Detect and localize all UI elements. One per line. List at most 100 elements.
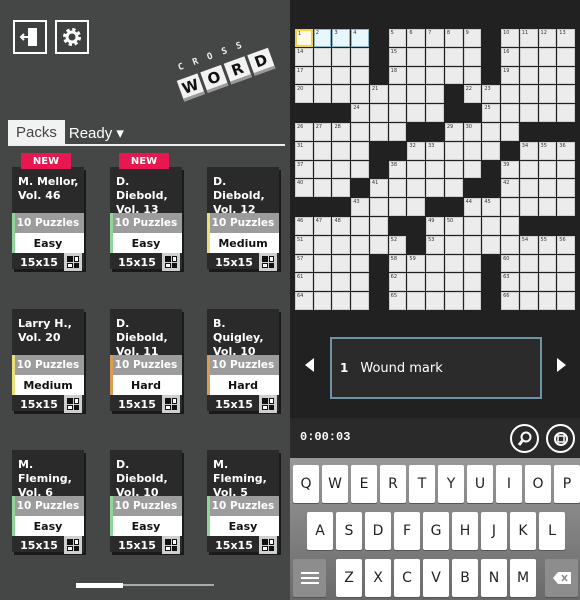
grid-cell[interactable]: 25 [482, 104, 501, 122]
grid-cell[interactable] [501, 235, 519, 254]
grid-cell[interactable] [463, 292, 482, 310]
grid-cell[interactable]: 59 [407, 254, 426, 273]
grid-cell[interactable] [501, 198, 519, 216]
grid-cell[interactable] [369, 235, 388, 254]
grid-cell[interactable] [557, 179, 575, 198]
grid-cell[interactable]: 62 [388, 273, 407, 292]
grid-cell[interactable]: 41 [369, 179, 388, 198]
grid-cell[interactable]: 45 [482, 198, 501, 216]
grid-cell[interactable]: 33 [426, 141, 444, 160]
key-e[interactable]: E [351, 465, 377, 503]
grid-cell[interactable] [388, 122, 407, 141]
grid-cell[interactable] [557, 292, 575, 310]
grid-cell[interactable] [444, 160, 463, 179]
grid-cell[interactable] [557, 66, 575, 85]
pack-card[interactable]: D. Diebold, Vol. 10 10 Puzzles Easy 15x15 [110, 428, 182, 558]
grid-cell[interactable] [351, 216, 369, 235]
grid-cell[interactable] [351, 254, 369, 273]
next-clue-button[interactable] [557, 358, 566, 372]
key-p[interactable]: P [554, 465, 580, 503]
grid-cell[interactable]: 20 [295, 85, 313, 104]
grid-cell[interactable] [426, 47, 444, 66]
grid-cell[interactable]: 11 [519, 29, 538, 47]
key-y[interactable]: Y [438, 465, 464, 503]
grid-cell[interactable] [332, 141, 351, 160]
grid-cell[interactable] [557, 160, 575, 179]
grid-cell[interactable] [519, 47, 538, 66]
key-l[interactable]: L [539, 512, 565, 550]
grid-cell[interactable] [332, 235, 351, 254]
grid-cell[interactable] [538, 292, 557, 310]
crossword-grid[interactable]: 1 2 3 4 5 6 7 8 9 10 11 12 13 14 15 16 17 18 19 20 21 22 23 24 2… [295, 29, 575, 310]
grid-cell[interactable] [332, 292, 351, 310]
grid-cell[interactable]: 43 [351, 198, 369, 216]
grid-cell[interactable] [407, 273, 426, 292]
grid-cell[interactable] [463, 273, 482, 292]
grid-cell[interactable]: 42 [501, 179, 519, 198]
grid-cell[interactable] [388, 198, 407, 216]
grid-cell[interactable] [313, 179, 332, 198]
settings-button[interactable] [55, 20, 89, 54]
key-z[interactable]: Z [336, 559, 362, 597]
grid-cell[interactable] [501, 216, 519, 235]
grid-cell[interactable] [538, 66, 557, 85]
grid-cell[interactable] [351, 122, 369, 141]
grid-cell[interactable] [426, 66, 444, 85]
grid-cell[interactable] [351, 292, 369, 310]
grid-cell[interactable] [482, 141, 501, 160]
grid-cell[interactable]: 48 [332, 216, 351, 235]
grid-cell[interactable]: 36 [557, 141, 575, 160]
grid-cell[interactable]: 28 [332, 122, 351, 141]
key-j[interactable]: J [481, 512, 507, 550]
grid-cell[interactable]: 44 [463, 198, 482, 216]
grid-cell[interactable]: 65 [388, 292, 407, 310]
key-w[interactable]: W [322, 465, 348, 503]
grid-cell[interactable]: 22 [463, 85, 482, 104]
key-a[interactable]: A [307, 512, 333, 550]
grid-cell[interactable]: 15 [388, 47, 407, 66]
grid-cell[interactable]: 39 [501, 160, 519, 179]
grid-cell[interactable]: 26 [295, 122, 313, 141]
key-x[interactable]: X [365, 559, 391, 597]
grid-cell[interactable] [332, 66, 351, 85]
pack-card[interactable]: D. Diebold, Vol. 13 10 Puzzles Easy 15x15… [110, 145, 182, 275]
horizontal-scrollbar-thumb[interactable] [76, 583, 123, 588]
grid-cell[interactable]: 52 [388, 235, 407, 254]
grid-cell[interactable] [388, 85, 407, 104]
grid-cell[interactable]: 58 [388, 254, 407, 273]
grid-cell[interactable]: 6 [407, 29, 426, 47]
grid-cell[interactable] [557, 198, 575, 216]
grid-cell[interactable] [369, 216, 388, 235]
grid-cell[interactable] [519, 198, 538, 216]
key-b[interactable]: B [452, 559, 478, 597]
grid-cell[interactable] [501, 85, 519, 104]
help-button[interactable] [546, 424, 575, 453]
grid-cell[interactable] [313, 273, 332, 292]
grid-cell[interactable] [482, 216, 501, 235]
grid-cell[interactable] [463, 235, 482, 254]
grid-cell[interactable] [313, 254, 332, 273]
grid-cell[interactable] [538, 179, 557, 198]
grid-cell[interactable] [538, 160, 557, 179]
clue-box[interactable]: 1 Wound mark [330, 337, 542, 399]
key-m[interactable]: M [510, 559, 536, 597]
grid-cell[interactable]: 56 [557, 235, 575, 254]
grid-cell[interactable]: 27 [313, 122, 332, 141]
grid-cell[interactable]: 30 [463, 122, 482, 141]
grid-cell[interactable] [557, 254, 575, 273]
key-r[interactable]: R [380, 465, 406, 503]
grid-cell[interactable] [369, 122, 388, 141]
grid-cell[interactable] [351, 47, 369, 66]
grid-cell[interactable]: 31 [295, 141, 313, 160]
backspace-key[interactable] [545, 559, 578, 597]
grid-cell[interactable] [463, 47, 482, 66]
grid-cell[interactable] [557, 85, 575, 104]
grid-cell[interactable] [332, 85, 351, 104]
grid-cell[interactable] [407, 160, 426, 179]
grid-cell[interactable] [313, 160, 332, 179]
key-d[interactable]: D [365, 512, 391, 550]
grid-cell[interactable] [351, 85, 369, 104]
pack-card[interactable]: M. Fleming, Vol. 5 10 Puzzles Easy 15x15 [207, 428, 279, 558]
grid-cell[interactable] [519, 160, 538, 179]
grid-cell[interactable] [407, 85, 426, 104]
